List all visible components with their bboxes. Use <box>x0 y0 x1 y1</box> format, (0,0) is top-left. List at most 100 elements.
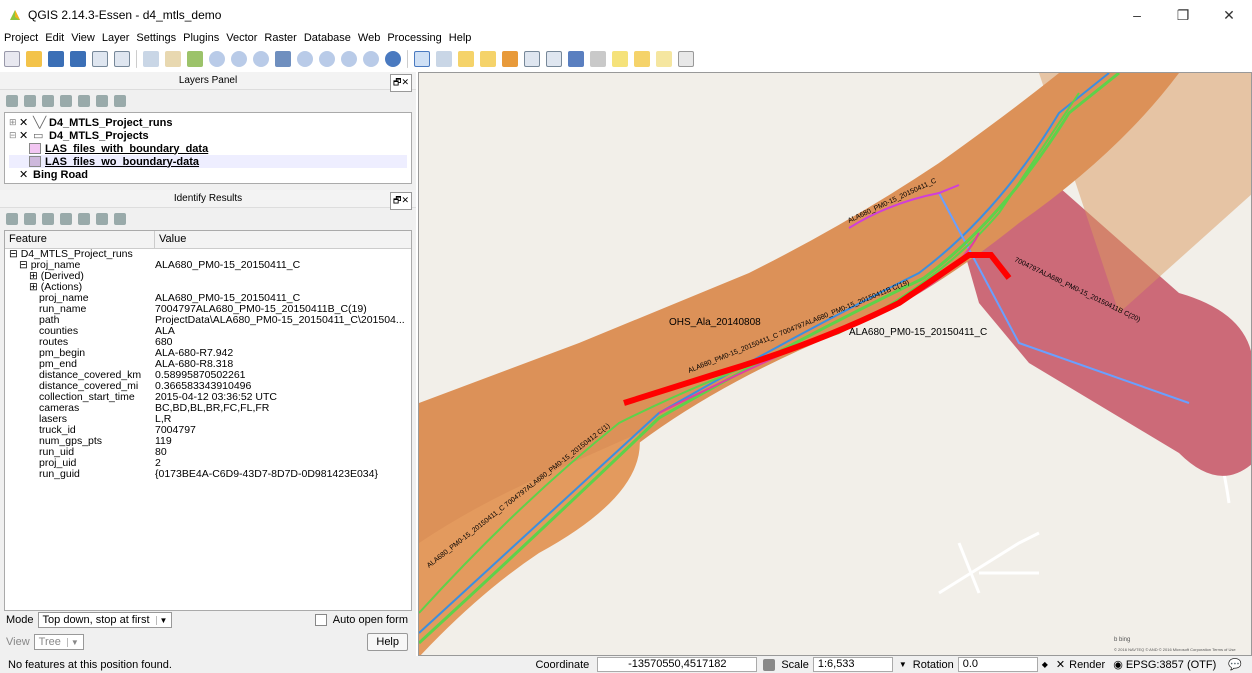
deselect-icon[interactable] <box>502 51 518 67</box>
legend-label: LAS_files_wo_boundary-data <box>45 155 200 168</box>
menu-vector[interactable]: Vector <box>226 32 257 44</box>
new-project-icon[interactable] <box>4 51 20 67</box>
zoom-last-icon[interactable] <box>341 51 357 67</box>
composer-manager-icon[interactable] <box>114 51 130 67</box>
text-annotation-icon[interactable] <box>678 51 694 67</box>
filter-expression-icon[interactable] <box>60 95 72 107</box>
menu-project[interactable]: Project <box>4 32 38 44</box>
identify-features-icon[interactable] <box>414 51 430 67</box>
map-svg[interactable]: OHS_Ala_20140808 ALA680_PM0-15_20150411_… <box>419 73 1252 656</box>
rotation-spinner-icon[interactable]: ◆ <box>1042 660 1048 669</box>
run-feature-action-icon[interactable] <box>436 51 452 67</box>
menu-plugins[interactable]: Plugins <box>183 32 219 44</box>
zoom-out-icon[interactable] <box>231 51 247 67</box>
zoom-to-selection-icon[interactable] <box>297 51 313 67</box>
print-icon[interactable] <box>96 213 108 225</box>
map-canvas[interactable]: OHS_Ala_20140808 ALA680_PM0-15_20150411_… <box>418 72 1252 656</box>
field-calculator-icon[interactable] <box>546 51 562 67</box>
layer-visibility-checkbox[interactable]: ✕ <box>19 129 33 142</box>
collapse-all-icon[interactable] <box>96 95 108 107</box>
auto-open-form-checkbox[interactable] <box>314 614 327 626</box>
expand-icon[interactable]: ⊟ <box>9 130 19 141</box>
minimize-button[interactable]: – <box>1114 0 1160 30</box>
menu-edit[interactable]: Edit <box>45 32 64 44</box>
coordinate-field[interactable]: -13570550,4517182 <box>597 657 758 672</box>
identify-panel-float-close[interactable]: 🗗✕ <box>390 192 412 210</box>
select-by-expression-icon[interactable] <box>480 51 496 67</box>
messages-icon[interactable]: 💬 <box>1228 658 1242 671</box>
layer-visibility-checkbox[interactable]: ✕ <box>19 116 33 129</box>
show-bookmarks-icon[interactable] <box>656 51 672 67</box>
value-column-header[interactable]: Value <box>155 231 190 248</box>
expand-icon[interactable]: ⊞ <box>9 117 19 128</box>
attribute-table-icon[interactable] <box>524 51 540 67</box>
copy-feature-icon[interactable] <box>78 213 90 225</box>
attribute-row[interactable]: run_name 7004797ALA680_PM0-15_20150411B_C… <box>5 304 411 315</box>
feature-value: ALA680_PM0-15_20150411_C <box>155 260 301 271</box>
add-group-icon[interactable] <box>24 95 36 107</box>
scale-field[interactable]: 1:6,533 <box>812 657 893 672</box>
view-select[interactable]: Tree ▼ <box>33 634 84 650</box>
expand-new-results-icon[interactable] <box>42 213 54 225</box>
rotation-field[interactable]: 0.0 <box>957 657 1038 672</box>
crs-status[interactable]: EPSG:3857 (OTF) <box>1126 659 1216 671</box>
identify-mode-bar: Mode Top down, stop at first ▼ Auto open … <box>0 609 416 631</box>
expand-all-icon[interactable] <box>78 95 90 107</box>
layer-item-project-runs[interactable]: ⊞ ✕ ╲╱ D4_MTLS_Project_runs <box>9 116 407 130</box>
restore-button[interactable]: ❐ <box>1160 0 1206 30</box>
line-layer-icon: ╲╱ <box>33 117 47 129</box>
new-print-composer-icon[interactable] <box>92 51 108 67</box>
pan-icon[interactable] <box>165 51 181 67</box>
toggle-extents-icon[interactable] <box>763 658 776 671</box>
layers-panel-float-close[interactable]: 🗗✕ <box>390 74 412 92</box>
clear-results-icon[interactable] <box>60 213 72 225</box>
layer-item-bing-road[interactable]: ✕ Bing Road <box>9 168 407 182</box>
zoom-to-layer-icon[interactable] <box>319 51 335 67</box>
render-checkbox[interactable]: ✕ <box>1056 658 1065 671</box>
pan-map-icon[interactable] <box>187 51 203 67</box>
measure-line-icon[interactable] <box>590 51 606 67</box>
new-bookmark-icon[interactable] <box>634 51 650 67</box>
menu-settings[interactable]: Settings <box>136 32 176 44</box>
mode-value: Top down, stop at first <box>42 614 150 626</box>
help-button[interactable]: Help <box>367 633 408 651</box>
collapse-tree-icon[interactable] <box>24 213 36 225</box>
filter-legend-icon[interactable] <box>42 95 54 107</box>
layer-item-projects[interactable]: ⊟ ✕ ▭ D4_MTLS_Projects <box>9 129 407 143</box>
mode-select[interactable]: Top down, stop at first ▼ <box>37 612 173 628</box>
zoom-in-icon[interactable] <box>209 51 225 67</box>
save-as-icon[interactable] <box>70 51 86 67</box>
render-label: Render <box>1069 658 1106 671</box>
scale-dropdown-icon[interactable]: ▼ <box>899 660 907 669</box>
open-project-icon[interactable] <box>26 51 42 67</box>
zoom-next-icon[interactable] <box>363 51 379 67</box>
expand-tree-icon[interactable] <box>6 213 18 225</box>
close-button[interactable]: ✕ <box>1206 0 1252 30</box>
pan-to-selection-icon[interactable] <box>143 51 159 67</box>
menu-layer[interactable]: Layer <box>102 32 130 44</box>
legend-item-las-with-boundary[interactable]: LAS_files_with_boundary_data <box>9 142 407 155</box>
statistics-sigma-icon[interactable] <box>568 51 584 67</box>
zoom-full-icon[interactable] <box>275 51 291 67</box>
menu-database[interactable]: Database <box>304 32 351 44</box>
open-layer-styling-icon[interactable] <box>6 95 18 107</box>
remove-layer-icon[interactable] <box>114 95 126 107</box>
menu-processing[interactable]: Processing <box>387 32 441 44</box>
menu-help[interactable]: Help <box>449 32 472 44</box>
menu-raster[interactable]: Raster <box>264 32 296 44</box>
select-features-icon[interactable] <box>458 51 474 67</box>
settings-icon[interactable] <box>114 213 126 225</box>
save-project-icon[interactable] <box>48 51 64 67</box>
zoom-native-icon[interactable] <box>253 51 269 67</box>
refresh-icon[interactable] <box>385 51 401 67</box>
legend-item-las-wo-boundary[interactable]: LAS_files_wo_boundary-data <box>9 155 407 168</box>
layer-visibility-checkbox[interactable]: ✕ <box>19 168 33 181</box>
menu-view[interactable]: View <box>71 32 95 44</box>
crs-globe-icon[interactable]: ◉ <box>1113 658 1123 671</box>
menu-web[interactable]: Web <box>358 32 380 44</box>
layer-label: D4_MTLS_Project_runs <box>49 116 173 129</box>
map-tips-icon[interactable] <box>612 51 628 67</box>
feature-column-header[interactable]: Feature <box>5 231 155 248</box>
attribute-row[interactable]: run_guid {0173BE4A-C6D9-43D7-8D7D-0D98142… <box>5 469 411 480</box>
attribute-value: 2015-04-12 03:36:52 UTC <box>155 392 277 403</box>
